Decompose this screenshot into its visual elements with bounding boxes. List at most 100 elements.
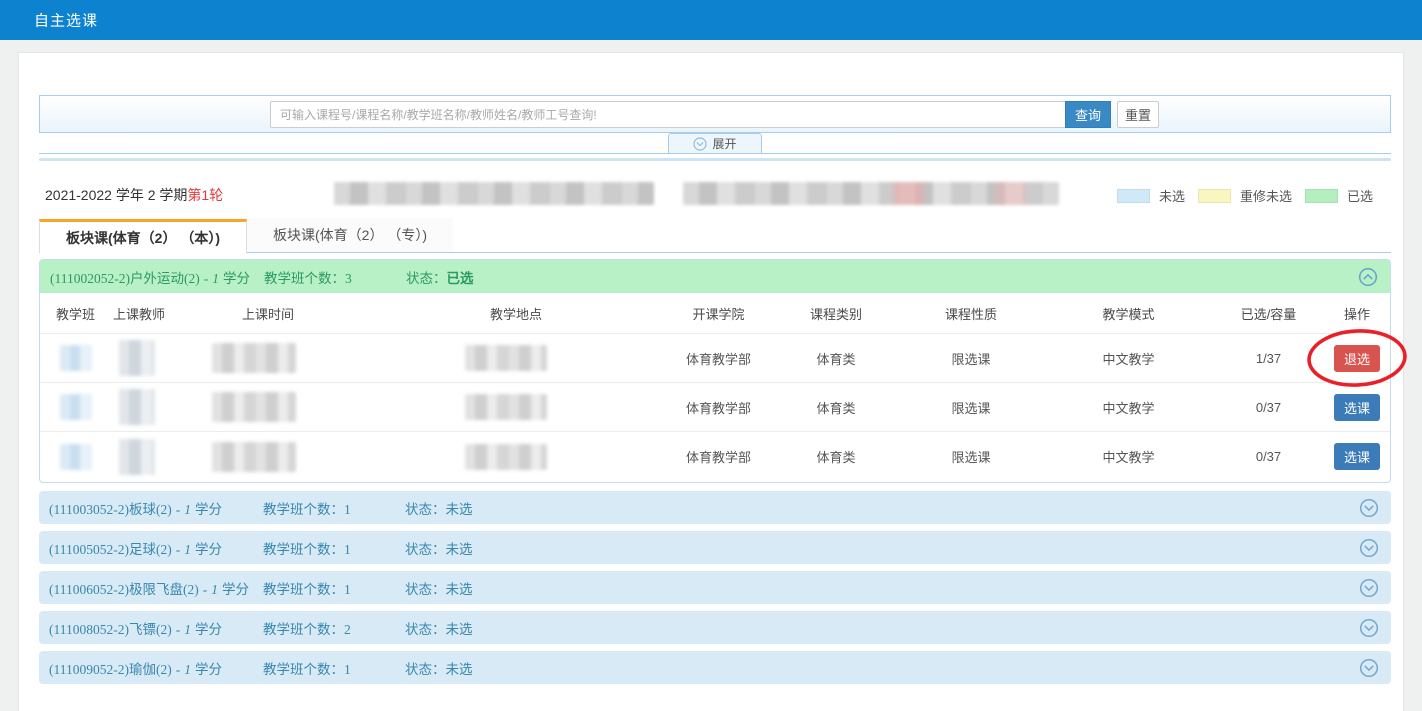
redacted-student-info: [334, 182, 654, 205]
cell-capacity: 0/37: [1211, 400, 1326, 415]
col-header-action: 操作: [1326, 304, 1388, 323]
course-bar-yoga[interactable]: (111009052-2)瑜伽(2)-1学分 教学班个数：1 状态：未选: [39, 651, 1391, 684]
cell-nature: 限选课: [896, 447, 1046, 466]
cell-college: 体育教学部: [661, 398, 776, 417]
expand-icon[interactable]: [1359, 618, 1379, 638]
col-header-time: 上课时间: [200, 304, 430, 323]
semester-text: 2021-2022 学年 2 学期: [45, 187, 187, 203]
col-header-capacity: 已选/容量: [1211, 304, 1326, 323]
redacted-class-id: [60, 444, 92, 470]
expand-icon[interactable]: [1359, 498, 1379, 518]
course-bar-darts[interactable]: (111008052-2)飞镖(2)-1学分 教学班个数：2 状态：未选: [39, 611, 1391, 644]
expand-icon[interactable]: [1359, 578, 1379, 598]
cell-college: 体育教学部: [661, 447, 776, 466]
course-status: 状态：已选: [406, 267, 474, 287]
course-code-title: (111002052-2)户外运动(2)-1学分: [50, 267, 264, 287]
expand-button[interactable]: 展开: [668, 133, 762, 154]
redacted-location: [465, 345, 547, 371]
withdraw-button[interactable]: 退选: [1334, 345, 1380, 372]
cell-category: 体育类: [776, 349, 896, 368]
cell-nature: 限选课: [896, 349, 1046, 368]
course-code-title: (111003052-2)板球(2)-1学分: [49, 498, 263, 518]
tab-pe-undergraduate[interactable]: 板块课(体育（2） （本）): [39, 219, 247, 253]
col-header-nature: 课程性质: [896, 304, 1046, 323]
expand-icon[interactable]: [1359, 658, 1379, 678]
table-row: 体育教学部 体育类 限选课 中文教学 0/37 选课: [40, 383, 1390, 432]
course-status: 状态：未选: [405, 498, 473, 518]
main-panel: 查询 重置 展开 2021-2022 学年 2 学期第1轮: [18, 52, 1404, 711]
col-header-college: 开课学院: [661, 304, 776, 323]
redacted-teacher: [119, 340, 155, 376]
redacted-class-id: [60, 345, 92, 371]
legend-item-unselected: 未选: [1117, 186, 1185, 205]
cell-mode: 中文教学: [1046, 447, 1211, 466]
redacted-location: [465, 444, 547, 470]
collapse-icon[interactable]: [1358, 267, 1378, 287]
course-bar-cricket[interactable]: (111003052-2)板球(2)-1学分 教学班个数：1 状态：未选: [39, 491, 1391, 524]
col-header-class: 教学班: [40, 304, 95, 323]
app-header: 自主选课: [0, 0, 1422, 40]
course-status: 状态：未选: [405, 658, 473, 678]
cell-category: 体育类: [776, 447, 896, 466]
col-header-category: 课程类别: [776, 304, 896, 323]
search-input[interactable]: [270, 101, 1065, 128]
table-row: 体育教学部 体育类 限选课 中文教学 0/37 选课: [40, 432, 1390, 481]
cell-category: 体育类: [776, 398, 896, 417]
redacted-time: [212, 442, 296, 472]
course-bar-soccer[interactable]: (111005052-2)足球(2)-1学分 教学班个数：1 状态：未选: [39, 531, 1391, 564]
course-class-count: 教学班个数：1: [263, 658, 405, 678]
course-status: 状态：未选: [405, 538, 473, 558]
chevron-down-circle-icon: [1359, 538, 1379, 558]
redacted-location: [465, 394, 547, 420]
search-bar: 查询 重置: [39, 95, 1391, 133]
category-tabs: 板块课(体育（2） （本）) 板块课(体育（2） （专）): [39, 219, 1391, 253]
redacted-class-id: [60, 394, 92, 420]
chevron-down-circle-icon: [1359, 578, 1379, 598]
course-class-count: 教学班个数：1: [263, 498, 405, 518]
page-title: 自主选课: [34, 10, 98, 31]
course-header-outdoor-sports[interactable]: (111002052-2)户外运动(2)-1学分 教学班个数：3 状态：已选: [40, 260, 1390, 293]
status-legend: 未选 重修未选 已选: [1117, 186, 1373, 205]
course-class-count: 教学班个数：2: [263, 618, 405, 638]
legend-item-selected: 已选: [1305, 186, 1373, 205]
legend-swatch-selected: [1305, 189, 1338, 203]
table-row: 体育教学部 体育类 限选课 中文教学 1/37 退选: [40, 334, 1390, 383]
course-bar-ultimate-frisbee[interactable]: (111006052-2)极限飞盘(2)-1学分 教学班个数：1 状态：未选: [39, 571, 1391, 604]
redacted-time: [212, 392, 296, 422]
chevron-up-circle-icon: [1358, 267, 1378, 287]
filter-divider: [39, 158, 1391, 161]
course-selection-page: 自主选课 查询 重置 展开 2021-2022 学年 2 学期第1轮: [0, 0, 1422, 711]
course-class-count: 教学班个数：1: [263, 578, 405, 598]
redacted-teacher: [119, 439, 155, 475]
redacted-time: [212, 343, 296, 373]
reset-button[interactable]: 重置: [1117, 101, 1159, 128]
semester-row: 2021-2022 学年 2 学期第1轮 未选 重修未选 已选: [19, 181, 1403, 207]
course-status: 状态：未选: [405, 578, 473, 598]
filter-strip: 展开: [39, 133, 1391, 154]
course-class-count: 教学班个数：1: [263, 538, 405, 558]
cell-mode: 中文教学: [1046, 349, 1211, 368]
semester-round: 第1轮: [187, 187, 223, 203]
expand-label: 展开: [712, 135, 736, 152]
chevron-down-circle-icon: [1359, 658, 1379, 678]
cell-capacity: 1/37: [1211, 351, 1326, 366]
cell-mode: 中文教学: [1046, 398, 1211, 417]
course-panel-expanded: (111002052-2)户外运动(2)-1学分 教学班个数：3 状态：已选 教…: [39, 259, 1391, 483]
expand-icon[interactable]: [1359, 538, 1379, 558]
legend-swatch-unselected: [1117, 189, 1150, 203]
select-button[interactable]: 选课: [1334, 394, 1380, 421]
legend-swatch-retake: [1198, 189, 1231, 203]
course-class-count: 教学班个数：3: [264, 267, 406, 287]
query-button[interactable]: 查询: [1065, 101, 1111, 128]
redacted-teacher: [119, 389, 155, 425]
chevron-down-circle-icon: [1359, 618, 1379, 638]
legend-item-retake: 重修未选: [1198, 186, 1292, 205]
legend-label: 已选: [1347, 186, 1373, 205]
tab-pe-vocational[interactable]: 板块课(体育（2） （专）): [247, 218, 453, 252]
col-header-teacher: 上课教师: [95, 304, 200, 323]
chevron-down-circle-icon: [693, 137, 707, 151]
cell-capacity: 0/37: [1211, 449, 1326, 464]
col-header-mode: 教学模式: [1046, 304, 1211, 323]
select-button[interactable]: 选课: [1334, 443, 1380, 470]
course-status: 状态：未选: [405, 618, 473, 638]
